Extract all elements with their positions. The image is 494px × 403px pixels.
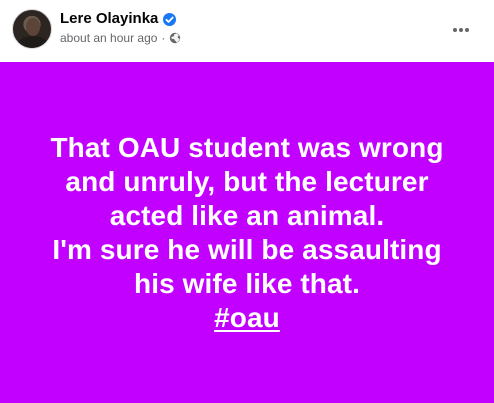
- author-name[interactable]: Lere Olayinka: [60, 10, 158, 28]
- post-line-1: That OAU student was wrong: [50, 131, 444, 163]
- post-line-3: acted like an animal.: [109, 199, 385, 231]
- post-line-2: and unruly, but the lecturer: [65, 165, 429, 197]
- avatar-face: [26, 18, 40, 36]
- colored-post-background: That OAU student was wrong and unruly, b…: [0, 62, 494, 403]
- more-options-button[interactable]: [446, 15, 476, 45]
- avatar-shoulders: [17, 36, 49, 48]
- globe-icon: [169, 32, 181, 44]
- author-avatar[interactable]: [12, 9, 52, 49]
- post-line-5: his wife like that.: [134, 267, 360, 299]
- verified-badge-icon: [163, 12, 177, 26]
- facebook-post: Lere Olayinka about an hour ago · That O…: [0, 0, 494, 403]
- post-line-4: I'm sure he will be assaulting: [52, 233, 442, 265]
- more-options-icon: [452, 27, 470, 33]
- hashtag-link[interactable]: #oau: [214, 301, 280, 335]
- post-meta: about an hour ago ·: [60, 31, 181, 45]
- post-header: Lere Olayinka about an hour ago ·: [0, 0, 494, 62]
- author-name-row: Lere Olayinka: [60, 10, 177, 28]
- post-time[interactable]: about an hour ago: [60, 31, 157, 45]
- post-text: That OAU student was wrong and unruly, b…: [26, 131, 468, 335]
- meta-separator: ·: [161, 31, 166, 45]
